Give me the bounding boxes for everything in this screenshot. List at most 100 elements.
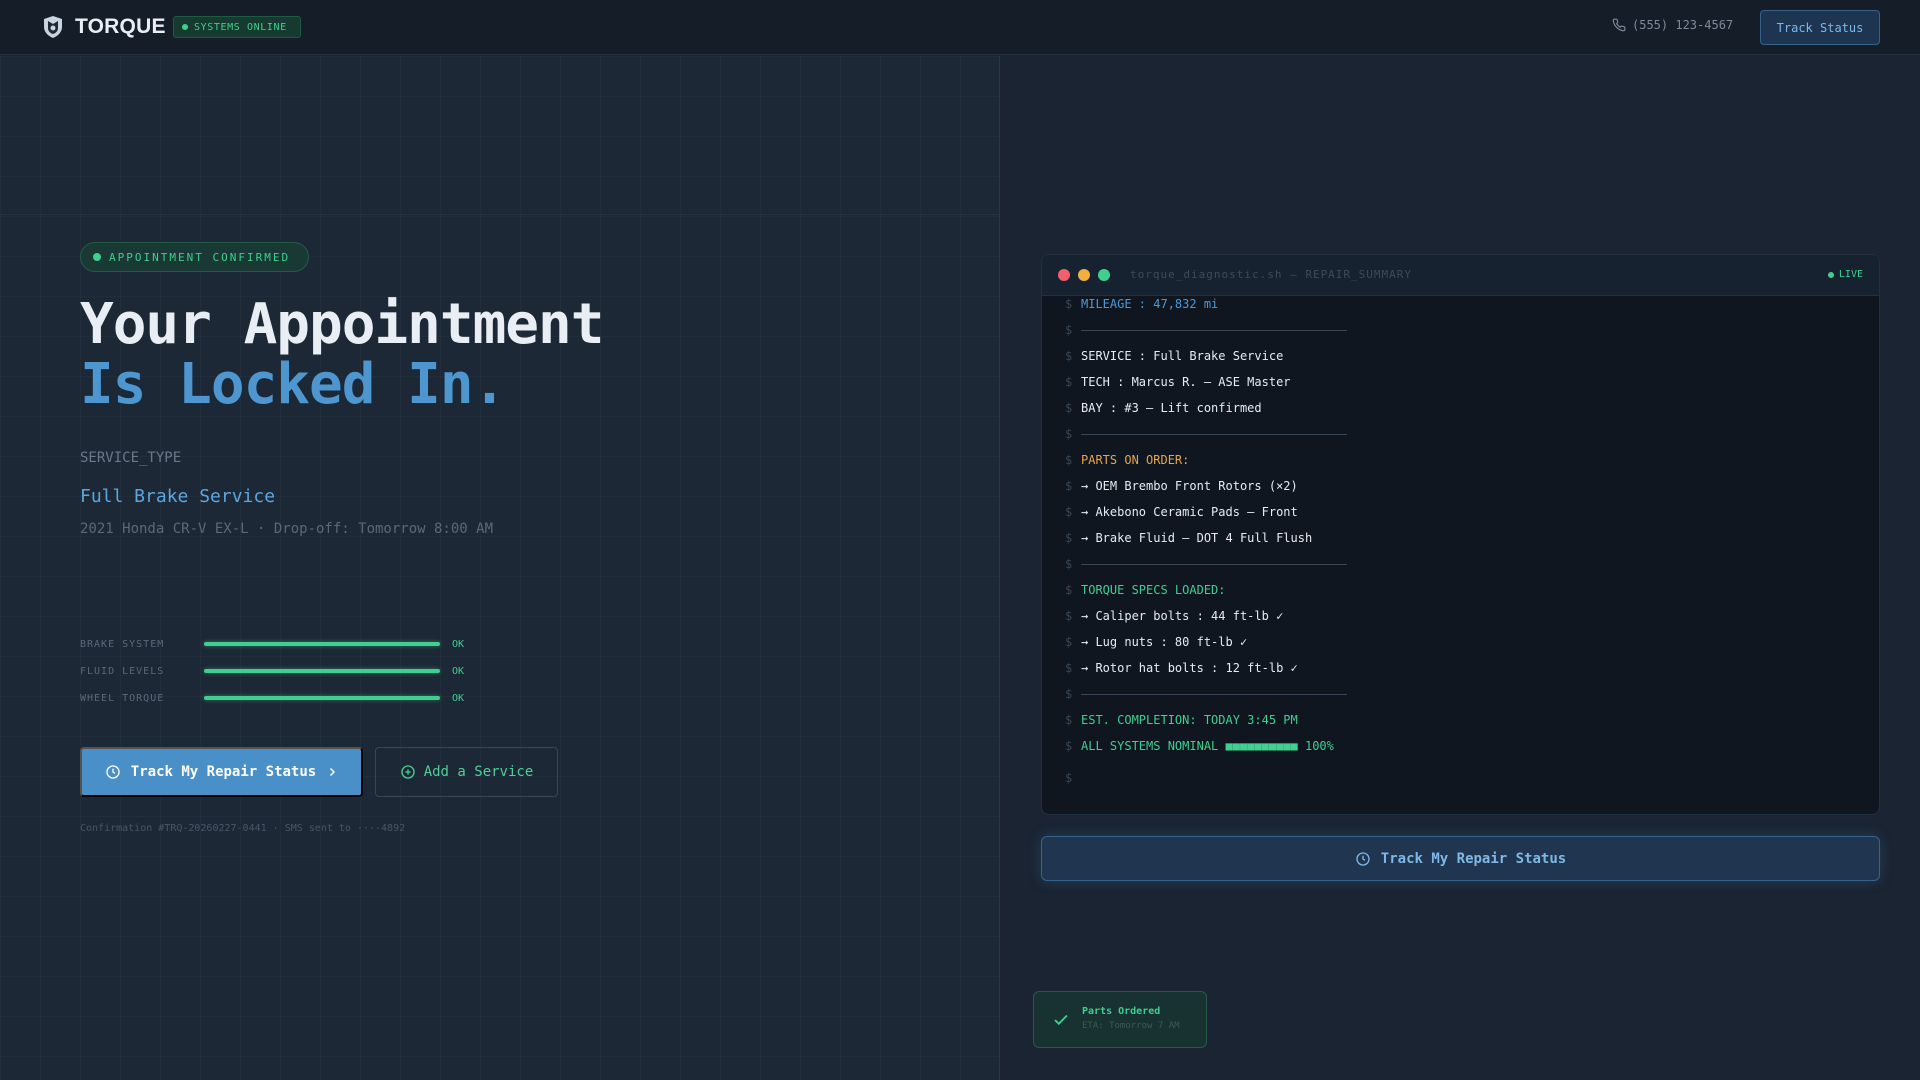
track-repair-status-label: Track My Repair Status <box>130 764 317 780</box>
service-line: SERVICE : Full Brake Service <box>1081 349 1284 363</box>
prompt: $ <box>1065 583 1073 597</box>
terminal-line: $ SERVICE : Full Brake Service <box>1065 348 1283 364</box>
service-name: Full Brake Service <box>80 486 276 507</box>
prompt: $ <box>1065 739 1073 753</box>
completion-line: EST. COMPLETION: TODAY 3:45 PM <box>1081 713 1298 727</box>
separator <box>1081 563 1347 565</box>
mileage-line: MILEAGE : 47,832 mi <box>1081 297 1219 311</box>
track-status-button[interactable]: Track Status <box>1760 10 1880 45</box>
prompt: $ <box>1065 661 1073 675</box>
phone-icon <box>1612 18 1626 32</box>
headline-line-2: Is Locked In. <box>80 352 506 417</box>
parts-ordered-toast[interactable]: Parts Ordered ETA: Tomorrow 7 AM <box>1033 991 1207 1048</box>
plus-circle-icon <box>401 765 415 779</box>
prompt: $ <box>1065 427 1073 441</box>
terminal-line: $ EST. COMPLETION: TODAY 3:45 PM <box>1065 712 1298 728</box>
brand-name[interactable]: TORQUE <box>75 15 166 39</box>
terminal-line: $ TECH : Marcus R. — ASE Master <box>1065 374 1291 390</box>
confirmed-dot-icon <box>93 253 101 261</box>
phone-link[interactable]: (555) 123-4567 <box>1612 18 1733 32</box>
terminal-line: $ → Brake Fluid — DOT 4 Full Flush <box>1065 530 1312 546</box>
live-indicator: LIVE <box>1827 269 1863 280</box>
part-line: → Akebono Ceramic Pads — Front <box>1081 505 1298 519</box>
status-check-row: FLUID LEVELS OK <box>80 664 464 678</box>
status-check-row: WHEEL TORQUE OK <box>80 691 464 705</box>
terminal-line: $ MILEAGE : 47,832 mi <box>1065 296 1218 312</box>
systems-status-text: SYSTEMS ONLINE <box>194 21 287 33</box>
separator <box>1081 329 1347 331</box>
check-icon <box>1054 1014 1068 1026</box>
divider <box>0 214 1000 215</box>
prompt: $ <box>1065 349 1073 363</box>
terminal-line: $ → Akebono Ceramic Pads — Front <box>1065 504 1298 520</box>
terminal-line: $ → Lug nuts : 80 ft-lb ✓ <box>1065 634 1247 650</box>
chevron-right-icon <box>330 767 336 777</box>
status-check-label: FLUID LEVELS <box>80 665 165 677</box>
terminal-line: $ <box>1065 770 1081 786</box>
terminal-line: $ <box>1065 686 1347 702</box>
shield-logo-icon[interactable] <box>42 15 64 39</box>
prompt: $ <box>1065 297 1073 311</box>
terminal-line: $ BAY : #3 — Lift confirmed <box>1065 400 1262 416</box>
spec-line: → Caliper bolts : 44 ft-lb ✓ <box>1081 609 1284 623</box>
status-check-value: OK <box>452 692 465 704</box>
prompt: $ <box>1065 401 1073 415</box>
status-dot-icon <box>182 24 188 30</box>
nominal-line: ALL SYSTEMS NOMINAL ■■■■■■■■■■ 100% <box>1081 739 1334 753</box>
clock-icon <box>106 765 120 779</box>
minimize-dot-icon[interactable] <box>1078 269 1090 281</box>
appointment-badge-text: APPOINTMENT CONFIRMED <box>109 250 291 264</box>
prompt: $ <box>1065 323 1073 337</box>
live-dot-icon <box>1827 271 1834 278</box>
terminal-line: $ <box>1065 556 1347 572</box>
prompt: $ <box>1065 505 1073 519</box>
status-check-bar <box>204 669 440 673</box>
terminal-title: torque_diagnostic.sh — REPAIR_SUMMARY <box>1130 268 1413 281</box>
status-check-row: BRAKE SYSTEM OK <box>80 637 464 651</box>
part-line: → Brake Fluid — DOT 4 Full Flush <box>1081 531 1313 545</box>
prompt: $ <box>1065 635 1073 649</box>
track-repair-status-panel-button[interactable]: Track My Repair Status <box>1041 836 1880 881</box>
appointment-confirmed-badge: APPOINTMENT CONFIRMED <box>80 242 309 272</box>
terminal-line: $ → Caliper bolts : 44 ft-lb ✓ <box>1065 608 1283 624</box>
specs-header-line: TORQUE SPECS LOADED: <box>1081 583 1226 597</box>
confirmation-text: Confirmation #TRQ-20260227-0441 · SMS se… <box>80 823 406 834</box>
prompt: $ <box>1065 531 1073 545</box>
status-check-label: BRAKE SYSTEM <box>80 638 165 650</box>
prompt: $ <box>1065 453 1073 467</box>
terminal-line: $ ALL SYSTEMS NOMINAL ■■■■■■■■■■ 100% <box>1065 738 1334 754</box>
tech-line: TECH : Marcus R. — ASE Master <box>1081 375 1291 389</box>
bay-line: BAY : #3 — Lift confirmed <box>1081 401 1262 415</box>
toast-subtitle: ETA: Tomorrow 7 AM <box>1082 1021 1180 1031</box>
cursor-prompt[interactable]: $ <box>1065 771 1081 785</box>
prompt: $ <box>1065 713 1073 727</box>
clock-icon <box>1356 851 1370 866</box>
status-check-bar <box>204 696 440 700</box>
terminal-header: torque_diagnostic.sh — REPAIR_SUMMARY LI… <box>1042 255 1879 296</box>
terminal-line: $ <box>1065 322 1347 338</box>
service-meta: 2021 Honda CR-V EX-L · Drop-off: Tomorro… <box>80 521 494 537</box>
separator <box>1081 693 1347 695</box>
status-check-bar <box>204 642 440 646</box>
add-service-button[interactable]: Add a Service <box>375 747 558 797</box>
parts-header-line: PARTS ON ORDER: <box>1081 453 1190 467</box>
spec-line: → Rotor hat bolts : 12 ft-lb ✓ <box>1081 661 1298 675</box>
part-line: → OEM Brembo Front Rotors (×2) <box>1081 479 1298 493</box>
terminal-line: $ → OEM Brembo Front Rotors (×2) <box>1065 478 1298 494</box>
maximize-dot-icon[interactable] <box>1098 269 1110 281</box>
headline-line-1: Your Appointment <box>80 292 604 357</box>
track-panel-label: Track My Repair Status <box>1380 850 1567 867</box>
track-repair-status-button[interactable]: Track My Repair Status <box>80 747 363 797</box>
separator <box>1081 433 1347 435</box>
prompt: $ <box>1065 479 1073 493</box>
status-check-value: OK <box>452 665 465 677</box>
toast-title: Parts Ordered <box>1082 1006 1161 1017</box>
status-check-value: OK <box>452 638 465 650</box>
prompt: $ <box>1065 557 1073 571</box>
status-check-label: WHEEL TORQUE <box>80 692 165 704</box>
prompt: $ <box>1065 609 1073 623</box>
hero-panel <box>0 56 1000 1080</box>
live-label: LIVE <box>1838 269 1863 280</box>
diagnostic-terminal: torque_diagnostic.sh — REPAIR_SUMMARY LI… <box>1041 254 1880 815</box>
close-dot-icon[interactable] <box>1058 269 1070 281</box>
